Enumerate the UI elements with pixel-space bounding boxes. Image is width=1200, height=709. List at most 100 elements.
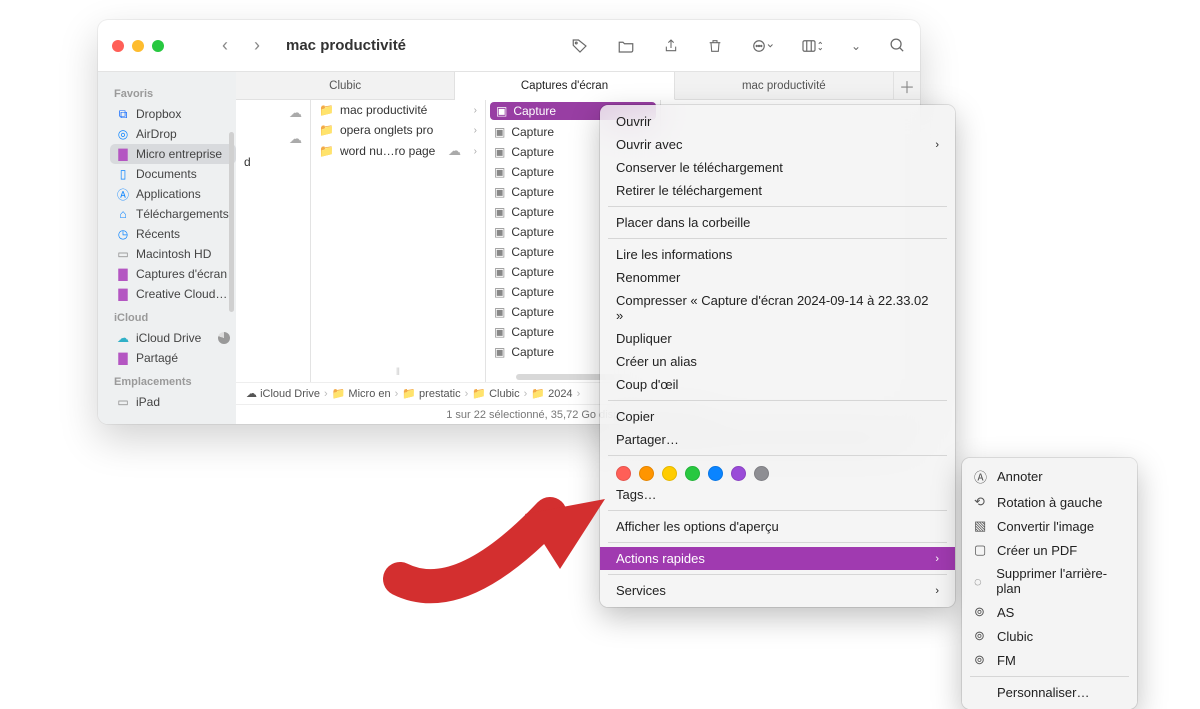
folder-action-icon[interactable] (617, 37, 635, 55)
tag-color-dot[interactable] (708, 466, 723, 481)
sidebar-item-icloud-drive[interactable]: ☁iCloud Drive (110, 328, 236, 348)
menu-item-alias[interactable]: Créer un alias (600, 350, 955, 373)
menu-item-quick-actions[interactable]: Actions rapides› (600, 547, 955, 570)
sidebar-item-airdrop[interactable]: ◎AirDrop (110, 124, 236, 144)
tag-picker (600, 460, 955, 483)
sidebar-section-icloud: iCloud (114, 312, 236, 324)
downloads-icon: ⌂ (116, 207, 130, 221)
sidebar-scrollbar[interactable] (229, 132, 234, 312)
more-icon[interactable] (751, 37, 773, 55)
tab-mac-productivite[interactable]: mac productivité (675, 72, 894, 99)
submenu-item-convert[interactable]: ▧Convertir l'image (962, 514, 1137, 538)
image-file-icon: ▣ (494, 345, 505, 359)
menu-item-trash[interactable]: Placer dans la corbeille (600, 211, 955, 234)
sidebar-item-macintosh-hd[interactable]: ▭Macintosh HD (110, 244, 236, 264)
trash-icon[interactable] (707, 37, 723, 55)
share-icon[interactable] (663, 37, 679, 55)
sidebar-item-ipad[interactable]: ▭iPad (110, 392, 236, 412)
sidebar-item-dropbox[interactable]: ⧉Dropbox (110, 104, 236, 124)
maximize-icon[interactable] (152, 40, 164, 52)
submenu-item-fm[interactable]: ⊚FM (962, 648, 1137, 672)
airdrop-icon: ◎ (116, 127, 130, 141)
menu-item-remove-download[interactable]: Retirer le téléchargement (600, 179, 955, 202)
menu-item-info[interactable]: Lire les informations (600, 243, 955, 266)
sidebar-item-creative-cloud[interactable]: ▇Creative Cloud… (110, 284, 236, 304)
search-icon[interactable] (889, 37, 906, 54)
menu-item-rename[interactable]: Renommer (600, 266, 955, 289)
image-file-icon: ▣ (494, 325, 505, 339)
minimize-icon[interactable] (132, 40, 144, 52)
column-item[interactable]: 📁word nu…ro page☁› (311, 140, 485, 162)
path-segment[interactable]: ☁ iCloud Drive (246, 387, 320, 400)
path-segment[interactable]: 📁 prestatic (402, 387, 460, 400)
submenu-item-annoter[interactable]: ⒶAnnoter (962, 463, 1137, 490)
image-file-icon: ▣ (496, 104, 507, 118)
menu-item-open[interactable]: Ouvrir (600, 110, 955, 133)
image-file-icon: ▣ (494, 285, 505, 299)
close-icon[interactable] (112, 40, 124, 52)
tag-icon[interactable] (571, 37, 589, 55)
sidebar-item-micro-entreprise[interactable]: ▇Micro entreprise (110, 144, 236, 164)
submenu-item-remove-bg[interactable]: ◌Supprimer l'arrière-plan (962, 562, 1137, 600)
add-tab-button[interactable]: ＋ (894, 72, 920, 99)
tag-color-dot[interactable] (662, 466, 677, 481)
menu-item-share[interactable]: Partager… (600, 428, 955, 451)
sidebar-item-captures[interactable]: ▇Captures d'écran (110, 264, 236, 284)
tag-color-dot[interactable] (639, 466, 654, 481)
image-file-icon: ▣ (494, 225, 505, 239)
menu-item-tags[interactable]: Tags… (600, 483, 955, 506)
documents-icon: ▯ (116, 167, 130, 181)
image-file-icon: ▣ (494, 305, 505, 319)
sidebar-item-applications[interactable]: ⒶApplications (110, 184, 236, 204)
tab-clubic[interactable]: Clubic (236, 72, 455, 99)
menu-item-duplicate[interactable]: Dupliquer (600, 327, 955, 350)
menu-separator (608, 542, 947, 543)
sidebar-item-partage[interactable]: ▇Partagé (110, 348, 236, 368)
chevron-right-icon: › (474, 146, 477, 157)
menu-item-services[interactable]: Services› (600, 579, 955, 602)
submenu-item-rotation[interactable]: ⟲Rotation à gauche (962, 490, 1137, 514)
disk-icon: ▭ (116, 247, 130, 261)
menu-item-open-with[interactable]: Ouvrir avec› (600, 133, 955, 156)
menu-separator (608, 455, 947, 456)
cloud-download-icon[interactable]: ☁ (289, 105, 302, 120)
menu-item-copy[interactable]: Copier (600, 405, 955, 428)
sidebar-item-downloads[interactable]: ⌂Téléchargements (110, 204, 236, 224)
pdf-icon: ▢ (974, 542, 989, 558)
tag-color-dot[interactable] (685, 466, 700, 481)
menu-separator (608, 510, 947, 511)
tag-color-dot[interactable] (754, 466, 769, 481)
tag-color-dot[interactable] (731, 466, 746, 481)
view-icon[interactable] (801, 37, 823, 55)
column-item[interactable]: d (236, 152, 310, 172)
path-segment[interactable]: 📁 Micro en (332, 387, 391, 400)
menu-separator (608, 574, 947, 575)
cloud-icon: ☁ (116, 331, 130, 345)
column-item[interactable]: 📁opera onglets pro› (311, 120, 485, 140)
tab-captures[interactable]: Captures d'écran (455, 72, 674, 100)
menu-item-compress[interactable]: Compresser « Capture d'écran 2024-09-14 … (600, 289, 955, 327)
submenu-item-customize[interactable]: Personnaliser… (962, 681, 1137, 704)
shared-icon: ▇ (116, 351, 130, 365)
sidebar-item-documents[interactable]: ▯Documents (110, 164, 236, 184)
menu-item-quicklook[interactable]: Coup d'œil (600, 373, 955, 396)
back-button[interactable]: ‹ (214, 35, 236, 57)
cloud-download-icon[interactable]: ☁ (289, 131, 302, 146)
submenu-item-clubic[interactable]: ⊚Clubic (962, 624, 1137, 648)
path-segment[interactable]: 📁 2024 (531, 387, 572, 400)
menu-item-keep-download[interactable]: Conserver le téléchargement (600, 156, 955, 179)
column-item[interactable]: 📁mac productivité› (311, 100, 485, 120)
forward-button[interactable]: › (246, 35, 268, 57)
submenu-item-as[interactable]: ⊚AS (962, 600, 1137, 624)
tag-color-dot[interactable] (616, 466, 631, 481)
column-resize-handle[interactable]: ‖ (311, 367, 485, 378)
column-0: ☁ ☁ d (236, 100, 311, 382)
folder-icon: 📁 (319, 144, 334, 158)
menu-item-preview-options[interactable]: Afficher les options d'aperçu (600, 515, 955, 538)
context-menu: Ouvrir Ouvrir avec› Conserver le télécha… (600, 105, 955, 607)
toolbar: ‹ › mac productivité ⌄ (98, 20, 920, 72)
submenu-item-pdf[interactable]: ▢Créer un PDF (962, 538, 1137, 562)
sidebar-item-recents[interactable]: ◷Récents (110, 224, 236, 244)
chevron-down-icon[interactable]: ⌄ (851, 39, 861, 53)
path-segment[interactable]: 📁 Clubic (472, 387, 519, 400)
